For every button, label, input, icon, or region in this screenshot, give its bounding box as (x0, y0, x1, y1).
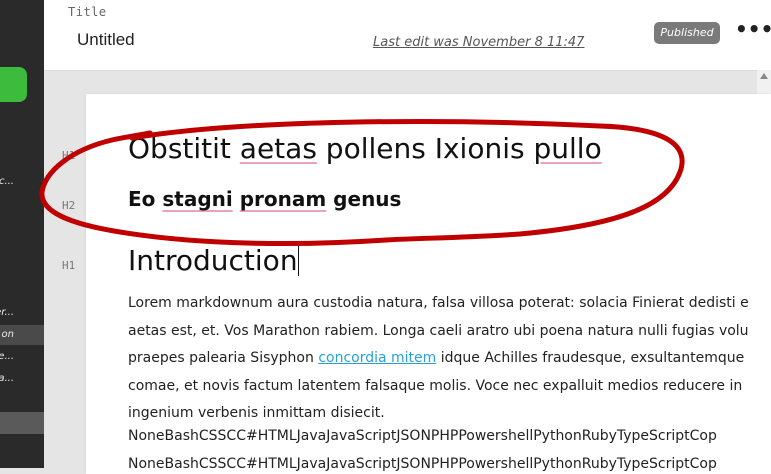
heading-introduction[interactable]: Introduction (128, 242, 299, 277)
inline-link[interactable]: concordia mitem (318, 350, 436, 366)
sidebar-item-selected[interactable]: on (0, 325, 44, 345)
sidebar-footer[interactable] (0, 412, 44, 434)
sidebar-item-label: c... (0, 176, 14, 187)
gutter-heading-tag: H1 (62, 149, 76, 162)
paragraph-line: Lorem markdownum aura custodia natura, f… (128, 295, 749, 311)
document-header: Title Last edit was November 8 11:47 Pub… (44, 0, 771, 71)
sidebar-item[interactable]: te... (0, 347, 44, 367)
sidebar: c... er... on te... a... (0, 0, 44, 468)
new-document-button[interactable] (0, 67, 27, 102)
sidebar-item-label: te... (0, 351, 14, 362)
title-label: Title (68, 5, 107, 19)
paragraph-line: comae, et novis factum latentem falsaque… (128, 377, 743, 394)
heading-1[interactable]: Obstitit aetas pollens Ixionis pullo (128, 132, 602, 165)
gutter-heading-tag: H2 (62, 199, 76, 212)
sidebar-item[interactable]: a... (0, 369, 44, 389)
sidebar-item-label: on (1, 329, 14, 340)
text-cursor (297, 242, 299, 276)
paragraph-line: aetas est, et. Vos Marathon rabiem. Long… (128, 322, 749, 339)
sidebar-item[interactable]: er... (0, 303, 44, 323)
sidebar-item[interactable]: c... (0, 172, 44, 192)
code-language-options[interactable]: NoneBashCSSCC#HTMLJavaJavaScriptJSONPHPP… (128, 428, 717, 444)
heading-2[interactable]: Eo stagni pronam genus (128, 187, 401, 211)
last-edit-link[interactable]: Last edit was November 8 11:47 (373, 35, 584, 50)
more-options-icon[interactable]: ••• (735, 19, 771, 42)
gutter-heading-tag: H1 (62, 259, 76, 272)
paragraph-line: ingenium verbenis inmittam disiecit. (128, 405, 385, 421)
scroll-up-icon[interactable] (760, 73, 768, 79)
sidebar-item-label: er... (0, 307, 14, 318)
editor-page[interactable]: Obstitit aetas pollens Ixionis pullo Eo … (86, 94, 771, 474)
title-input[interactable] (77, 30, 277, 50)
paragraph-line: praepes palearia Sisyphon concordia mite… (128, 350, 745, 366)
sidebar-item-label: a... (0, 373, 14, 384)
status-badge: Published (654, 22, 720, 44)
code-language-options[interactable]: NoneBashCSSCC#HTMLJavaJavaScriptJSONPHPP… (128, 456, 717, 472)
paragraph[interactable]: Lorem markdownum aura custodia natura, f… (128, 290, 771, 428)
